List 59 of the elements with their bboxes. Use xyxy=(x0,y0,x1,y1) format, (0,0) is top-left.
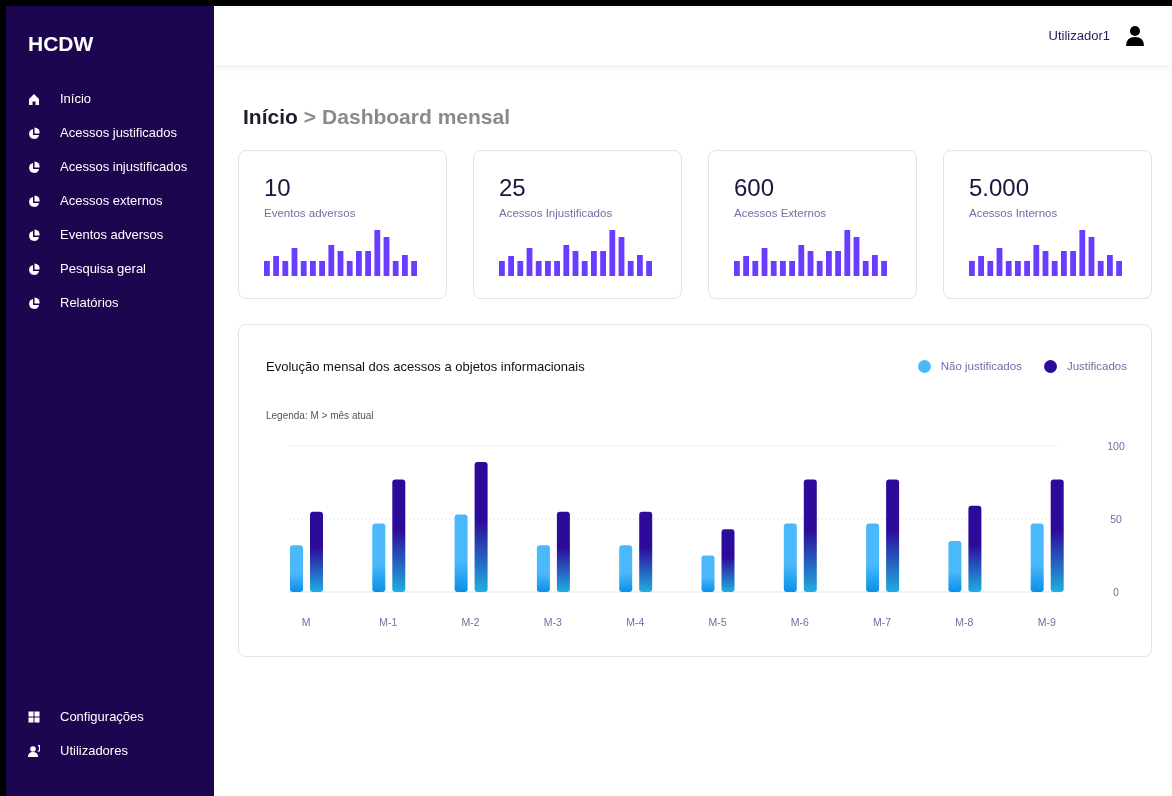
user-name: Utilizador1 xyxy=(1048,26,1110,45)
brand-title: HCDW xyxy=(28,31,95,57)
x-tick-label: M-2 xyxy=(461,616,480,628)
x-tick-label: M-8 xyxy=(955,616,974,628)
users-icon xyxy=(28,745,40,757)
sidebar-item[interactable]: Eventos adversos xyxy=(28,217,214,252)
x-tick-label: M-5 xyxy=(708,616,727,628)
bar xyxy=(783,523,797,592)
legend-label: Não justificados xyxy=(940,358,1022,374)
stat-value: 10 xyxy=(264,174,292,201)
stat-value: 5.000 xyxy=(969,174,1031,201)
page-title: Dashboard mensal xyxy=(322,104,510,130)
bar xyxy=(866,523,880,592)
x-tick-label: M-6 xyxy=(790,616,809,628)
pie-chart-icon xyxy=(28,160,40,173)
pie-chart-icon xyxy=(28,126,40,139)
breadcrumb-link[interactable]: Início xyxy=(243,101,298,133)
stat-label: Eventos adversos xyxy=(264,205,357,221)
grid-icon xyxy=(28,711,40,723)
sidebar-item[interactable]: Acessos justificados xyxy=(28,115,214,150)
stat-value: 600 xyxy=(734,174,776,201)
x-tick-label: M-1 xyxy=(379,616,398,628)
x-tick-label: M-9 xyxy=(1037,616,1056,628)
x-tick-label: M-7 xyxy=(873,616,892,628)
sidebar-item[interactable]: Utilizadores xyxy=(28,734,214,768)
bar xyxy=(721,529,735,592)
sidebar-item[interactable]: Configurações xyxy=(28,700,214,734)
pie-chart-icon xyxy=(28,262,40,275)
chart-note: Legenda: M > mês atual xyxy=(266,409,375,423)
bar xyxy=(290,545,303,592)
stat-label: Acessos Internos xyxy=(969,205,1059,221)
bar xyxy=(372,523,386,592)
bar xyxy=(948,540,962,592)
x-tick-label: M xyxy=(301,616,311,628)
sidebar-item[interactable]: Relatórios xyxy=(28,285,214,320)
stat-label: Acessos Injustificados xyxy=(499,205,614,221)
chart-title: Evolução mensal dos acessos a objetos informacionais xyxy=(266,357,585,376)
y-tick-label: 100 xyxy=(1107,440,1125,452)
sidebar-item[interactable]: Acessos injustificados xyxy=(28,149,214,184)
home-icon xyxy=(28,92,40,105)
y-tick-label: 0 xyxy=(1113,586,1119,598)
user-icon[interactable] xyxy=(1126,25,1144,46)
pie-chart-icon xyxy=(28,194,40,207)
pie-chart-icon xyxy=(28,228,40,241)
bar xyxy=(536,545,550,592)
sidebar-item[interactable]: Acessos externos xyxy=(28,183,214,218)
stat-label: Acessos Externos xyxy=(734,205,828,221)
x-tick-label: M-3 xyxy=(543,616,562,628)
pie-chart-icon xyxy=(28,296,40,309)
x-tick-label: M-4 xyxy=(626,616,645,628)
y-tick-label: 50 xyxy=(1110,513,1122,525)
legend-label: Justificados xyxy=(1066,358,1127,374)
breadcrumb-separator: > xyxy=(303,104,317,130)
stat-value: 25 xyxy=(499,174,527,201)
bar xyxy=(619,545,633,592)
bar xyxy=(1030,523,1044,592)
sidebar-item[interactable]: Início xyxy=(28,81,214,116)
bar xyxy=(701,555,715,592)
sidebar-item[interactable]: Pesquisa geral xyxy=(28,251,214,286)
